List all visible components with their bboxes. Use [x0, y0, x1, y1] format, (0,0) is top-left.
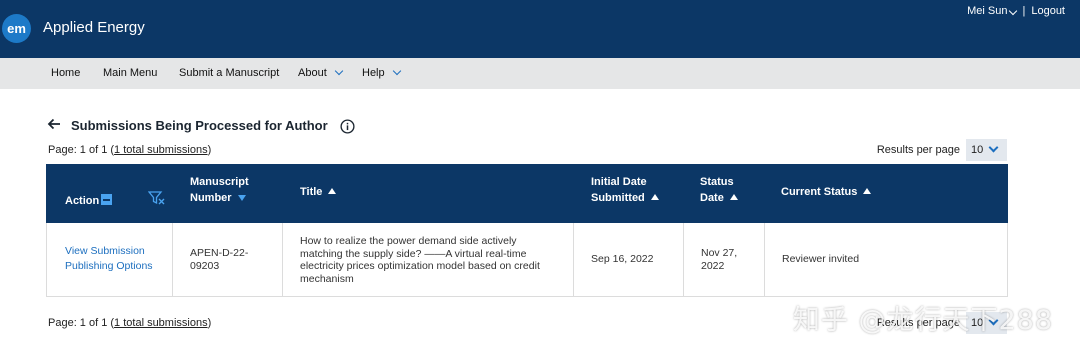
total-submissions-link[interactable]: 1 total submissions [114, 317, 208, 329]
cell-status-date: Nov 27, 2022 [684, 223, 765, 296]
nav-submit-manuscript[interactable]: Submit a Manuscript [179, 67, 279, 79]
cell-title: How to realize the power demand side act… [283, 223, 574, 296]
manuscript-number-line2: 09203 [190, 259, 220, 272]
status-date-line1: Nov 27, [701, 247, 738, 259]
back-arrow-icon[interactable] [47, 117, 61, 131]
header-manuscript-line2: Number [190, 192, 232, 204]
submissions-table: Action Manuscript Number Title Initial D… [46, 164, 1008, 297]
header-status-date[interactable]: Status Date [700, 174, 738, 206]
pagination-text-end: ) [207, 317, 212, 329]
top-header: em Applied Energy Mei Sun | Logout [0, 0, 1080, 58]
nav-help[interactable]: Help [362, 66, 401, 79]
sort-asc-icon [729, 194, 738, 200]
title-line2: matching the supply side? ——A virtual re… [300, 247, 527, 260]
pagination-text: Page: 1 of 1 ( [48, 317, 115, 329]
chevron-down-icon [334, 66, 343, 76]
pagination-text: Page: 1 of 1 ( [48, 144, 115, 156]
info-icon[interactable] [340, 119, 355, 134]
nav-main-menu-label: Main Menu [103, 67, 158, 79]
header-initial-date[interactable]: Initial Date Submitted [591, 174, 659, 206]
header-manuscript-number[interactable]: Manuscript Number [190, 174, 249, 206]
watermark-text: 知乎 @龙行天下288 [792, 305, 1053, 336]
chevron-down-icon [988, 142, 999, 153]
current-status-value: Reviewer invited [782, 253, 860, 265]
nav-about-label: About [298, 67, 327, 79]
total-submissions-link[interactable]: 1 total submissions [114, 144, 208, 156]
table-header: Action Manuscript Number Title Initial D… [46, 164, 1008, 223]
page-title: Submissions Being Processed for Author [71, 118, 328, 133]
manuscript-number-line1: APEN-D-22- [190, 247, 249, 259]
cell-action: View Submission Publishing Options [47, 223, 173, 296]
chevron-down-icon [392, 66, 401, 76]
user-name: Mei Sun [967, 5, 1008, 17]
publishing-options-link[interactable]: Publishing Options [65, 259, 153, 274]
app-logo[interactable]: em [2, 14, 31, 43]
nav-main-menu[interactable]: Main Menu [103, 67, 157, 79]
clear-filter-icon[interactable] [148, 191, 166, 205]
header-title[interactable]: Title [300, 184, 337, 200]
view-submission-link[interactable]: View Submission [65, 244, 153, 259]
cell-manuscript-number: APEN-D-22- 09203 [173, 223, 283, 296]
chevron-down-icon [1009, 6, 1018, 16]
header-action: Action [65, 193, 113, 209]
sort-desc-icon [237, 195, 246, 201]
header-manuscript-line1: Manuscript [190, 176, 249, 188]
title-line1: How to realize the power demand side act… [300, 235, 517, 247]
sort-asc-icon [863, 188, 872, 194]
results-per-page-label: Results per page [876, 144, 960, 156]
header-status-date-line2: Date [700, 192, 724, 204]
nav-home-label: Home [51, 67, 81, 79]
main-nav: Home Main Menu Submit a Manuscript About… [0, 58, 1080, 89]
header-title-label: Title [300, 186, 323, 198]
collapse-icon[interactable] [101, 194, 113, 205]
cell-initial-date: Sep 16, 2022 [574, 223, 684, 296]
results-per-page-value: 10 [971, 144, 984, 156]
pagination-text-end: ) [207, 144, 212, 156]
logout-link[interactable]: Logout [1031, 5, 1065, 17]
title-line3: electricity prices optimization model ba… [300, 260, 540, 272]
nav-submit-label: Submit a Manuscript [179, 67, 280, 79]
pagination-top: Page: 1 of 1 (1 total submissions) [48, 144, 211, 156]
nav-about[interactable]: About [298, 66, 343, 79]
sort-asc-icon [650, 194, 659, 200]
sort-asc-icon [328, 188, 337, 194]
header-current-status-label: Current Status [781, 186, 858, 198]
header-action-label: Action [65, 195, 100, 207]
header-initial-date-line2: Submitted [591, 192, 645, 204]
user-name-dropdown[interactable]: Mei Sun [967, 5, 1018, 17]
header-current-status[interactable]: Current Status [781, 184, 872, 200]
menu-separator: | [1022, 5, 1026, 17]
user-menu: Mei Sun | Logout [967, 5, 1065, 17]
results-per-page-select[interactable]: 10 [966, 139, 1007, 161]
header-initial-date-line1: Initial Date [591, 176, 647, 188]
title-line4: mechanism [300, 272, 354, 285]
nav-home[interactable]: Home [51, 67, 80, 79]
pagination-bottom: Page: 1 of 1 (1 total submissions) [48, 317, 211, 329]
table-row: View Submission Publishing Options APEN-… [46, 223, 1008, 297]
app-title: Applied Energy [43, 19, 145, 36]
nav-help-label: Help [362, 67, 385, 79]
header-status-date-line1: Status [700, 176, 734, 188]
initial-date-value: Sep 16, 2022 [591, 253, 654, 265]
cell-current-status: Reviewer invited [765, 223, 1007, 296]
status-date-line2: 2022 [701, 259, 725, 272]
